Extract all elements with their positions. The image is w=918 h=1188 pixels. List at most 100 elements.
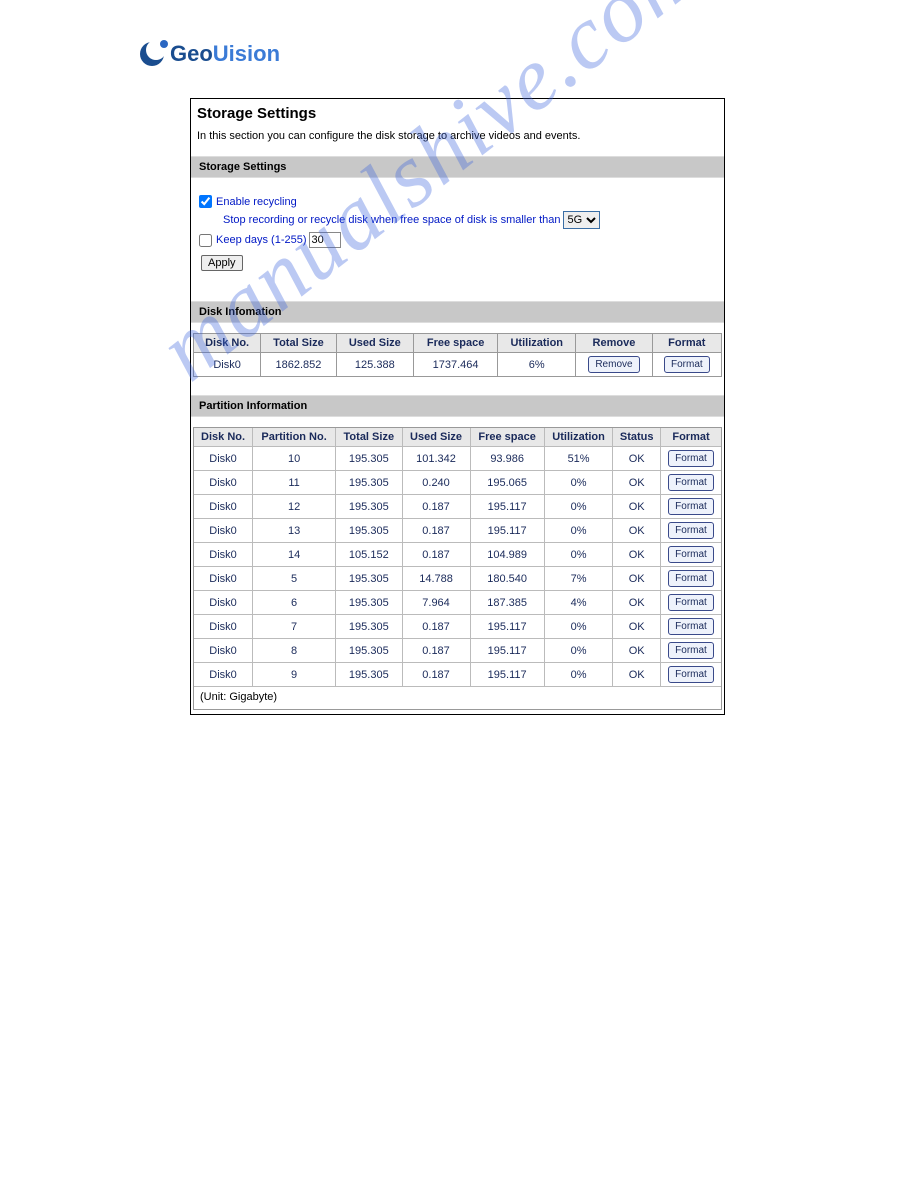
format-button[interactable]: Format: [668, 666, 714, 683]
format-button[interactable]: Format: [668, 570, 714, 587]
partition-cell: OK: [613, 591, 661, 615]
partition-cell: Disk0: [194, 543, 253, 567]
partition-cell: Disk0: [194, 639, 253, 663]
partition-header: Disk No.: [194, 428, 253, 447]
format-button[interactable]: Format: [668, 498, 714, 515]
partition-cell: OK: [613, 447, 661, 471]
partition-cell: 195.305: [336, 447, 402, 471]
disk-header: Disk No.: [194, 334, 261, 353]
partition-cell: OK: [613, 495, 661, 519]
partition-cell: 7%: [544, 567, 613, 591]
disk-cell: 125.388: [336, 353, 413, 377]
format-button[interactable]: Format: [668, 642, 714, 659]
disk-cell: 1862.852: [261, 353, 336, 377]
table-row: Disk06195.3057.964187.3854%OKFormat: [194, 591, 721, 615]
partition-cell: 10: [253, 447, 336, 471]
partition-cell: 0%: [544, 519, 613, 543]
partition-cell: 51%: [544, 447, 613, 471]
section-storage-settings: Storage Settings: [191, 156, 724, 178]
keep-days-checkbox[interactable]: [199, 234, 212, 247]
partition-cell: OK: [613, 519, 661, 543]
partition-cell: 13: [253, 519, 336, 543]
partition-header: Free space: [470, 428, 544, 447]
table-row: Disk05195.30514.788180.5407%OKFormat: [194, 567, 721, 591]
logo: GeoUision: [140, 40, 918, 68]
table-row: Disk010195.305101.34293.98651%OKFormat: [194, 447, 721, 471]
partition-cell: OK: [613, 471, 661, 495]
partition-cell: 6: [253, 591, 336, 615]
disk-header: Free space: [413, 334, 497, 353]
partition-cell: 8: [253, 639, 336, 663]
partition-cell: 93.986: [470, 447, 544, 471]
partition-cell: 0.187: [402, 615, 470, 639]
enable-recycling-checkbox[interactable]: [199, 195, 212, 208]
disk-header: Utilization: [498, 334, 576, 353]
partition-cell: Disk0: [194, 519, 253, 543]
partition-cell: 0%: [544, 471, 613, 495]
partition-cell: 0%: [544, 543, 613, 567]
table-row: Disk08195.3050.187195.1170%OKFormat: [194, 639, 721, 663]
format-button[interactable]: Format: [668, 618, 714, 635]
remove-button[interactable]: Remove: [588, 356, 639, 373]
partition-cell: 195.305: [336, 495, 402, 519]
storage-settings-panel: Storage Settings In this section you can…: [190, 98, 725, 715]
table-row: Disk013195.3050.187195.1170%OKFormat: [194, 519, 721, 543]
partition-cell: 195.117: [470, 639, 544, 663]
disk-info-table: Disk No.Total SizeUsed SizeFree spaceUti…: [193, 333, 722, 377]
logo-text: GeoUision: [170, 41, 280, 67]
apply-button[interactable]: Apply: [201, 255, 243, 271]
table-row: Disk014105.1520.187104.9890%OKFormat: [194, 543, 721, 567]
partition-cell: 0.187: [402, 663, 470, 687]
partition-info-table: Disk No.Partition No.Total SizeUsed Size…: [194, 428, 721, 687]
partition-cell: 195.065: [470, 471, 544, 495]
format-button[interactable]: Format: [668, 474, 714, 491]
logo-crescent-icon: [140, 40, 168, 68]
partition-cell: OK: [613, 543, 661, 567]
partition-cell: 0%: [544, 615, 613, 639]
enable-recycling-label: Enable recycling: [216, 196, 297, 208]
free-space-select[interactable]: 5G: [563, 211, 600, 229]
partition-cell: 0.187: [402, 495, 470, 519]
partition-cell: 195.117: [470, 495, 544, 519]
partition-header: Partition No.: [253, 428, 336, 447]
keep-days-input[interactable]: [309, 232, 341, 248]
partition-cell: 195.117: [470, 615, 544, 639]
disk-header: Remove: [576, 334, 652, 353]
partition-cell: OK: [613, 567, 661, 591]
format-button[interactable]: Format: [668, 594, 714, 611]
section-partition-information: Partition Information: [191, 395, 724, 417]
partition-header: Status: [613, 428, 661, 447]
disk-cell: 6%: [498, 353, 576, 377]
partition-cell: 180.540: [470, 567, 544, 591]
partition-cell: 0.240: [402, 471, 470, 495]
table-row: Disk011195.3050.240195.0650%OKFormat: [194, 471, 721, 495]
partition-cell: 195.117: [470, 663, 544, 687]
partition-cell: 195.117: [470, 519, 544, 543]
disk-header: Used Size: [336, 334, 413, 353]
partition-cell: Disk0: [194, 471, 253, 495]
partition-cell: 0.187: [402, 639, 470, 663]
partition-cell: 4%: [544, 591, 613, 615]
disk-header: Total Size: [261, 334, 336, 353]
partition-cell: 195.305: [336, 639, 402, 663]
disk-header: Format: [652, 334, 721, 353]
partition-cell: Disk0: [194, 615, 253, 639]
partition-cell: 11: [253, 471, 336, 495]
table-row: Disk09195.3050.187195.1170%OKFormat: [194, 663, 721, 687]
format-button[interactable]: Format: [668, 450, 714, 467]
format-button[interactable]: Format: [668, 522, 714, 539]
partition-cell: 104.989: [470, 543, 544, 567]
partition-cell: 195.305: [336, 567, 402, 591]
format-button[interactable]: Format: [664, 356, 710, 373]
logo-text-vision: Uision: [213, 41, 280, 66]
table-row: Disk07195.3050.187195.1170%OKFormat: [194, 615, 721, 639]
format-button[interactable]: Format: [668, 546, 714, 563]
unit-note: (Unit: Gigabyte): [194, 687, 721, 709]
partition-cell: Disk0: [194, 663, 253, 687]
partition-cell: 195.305: [336, 663, 402, 687]
partition-cell: 7.964: [402, 591, 470, 615]
partition-cell: Disk0: [194, 591, 253, 615]
partition-cell: 0%: [544, 639, 613, 663]
stop-recording-text: Stop recording or recycle disk when free…: [223, 214, 561, 226]
partition-cell: 9: [253, 663, 336, 687]
